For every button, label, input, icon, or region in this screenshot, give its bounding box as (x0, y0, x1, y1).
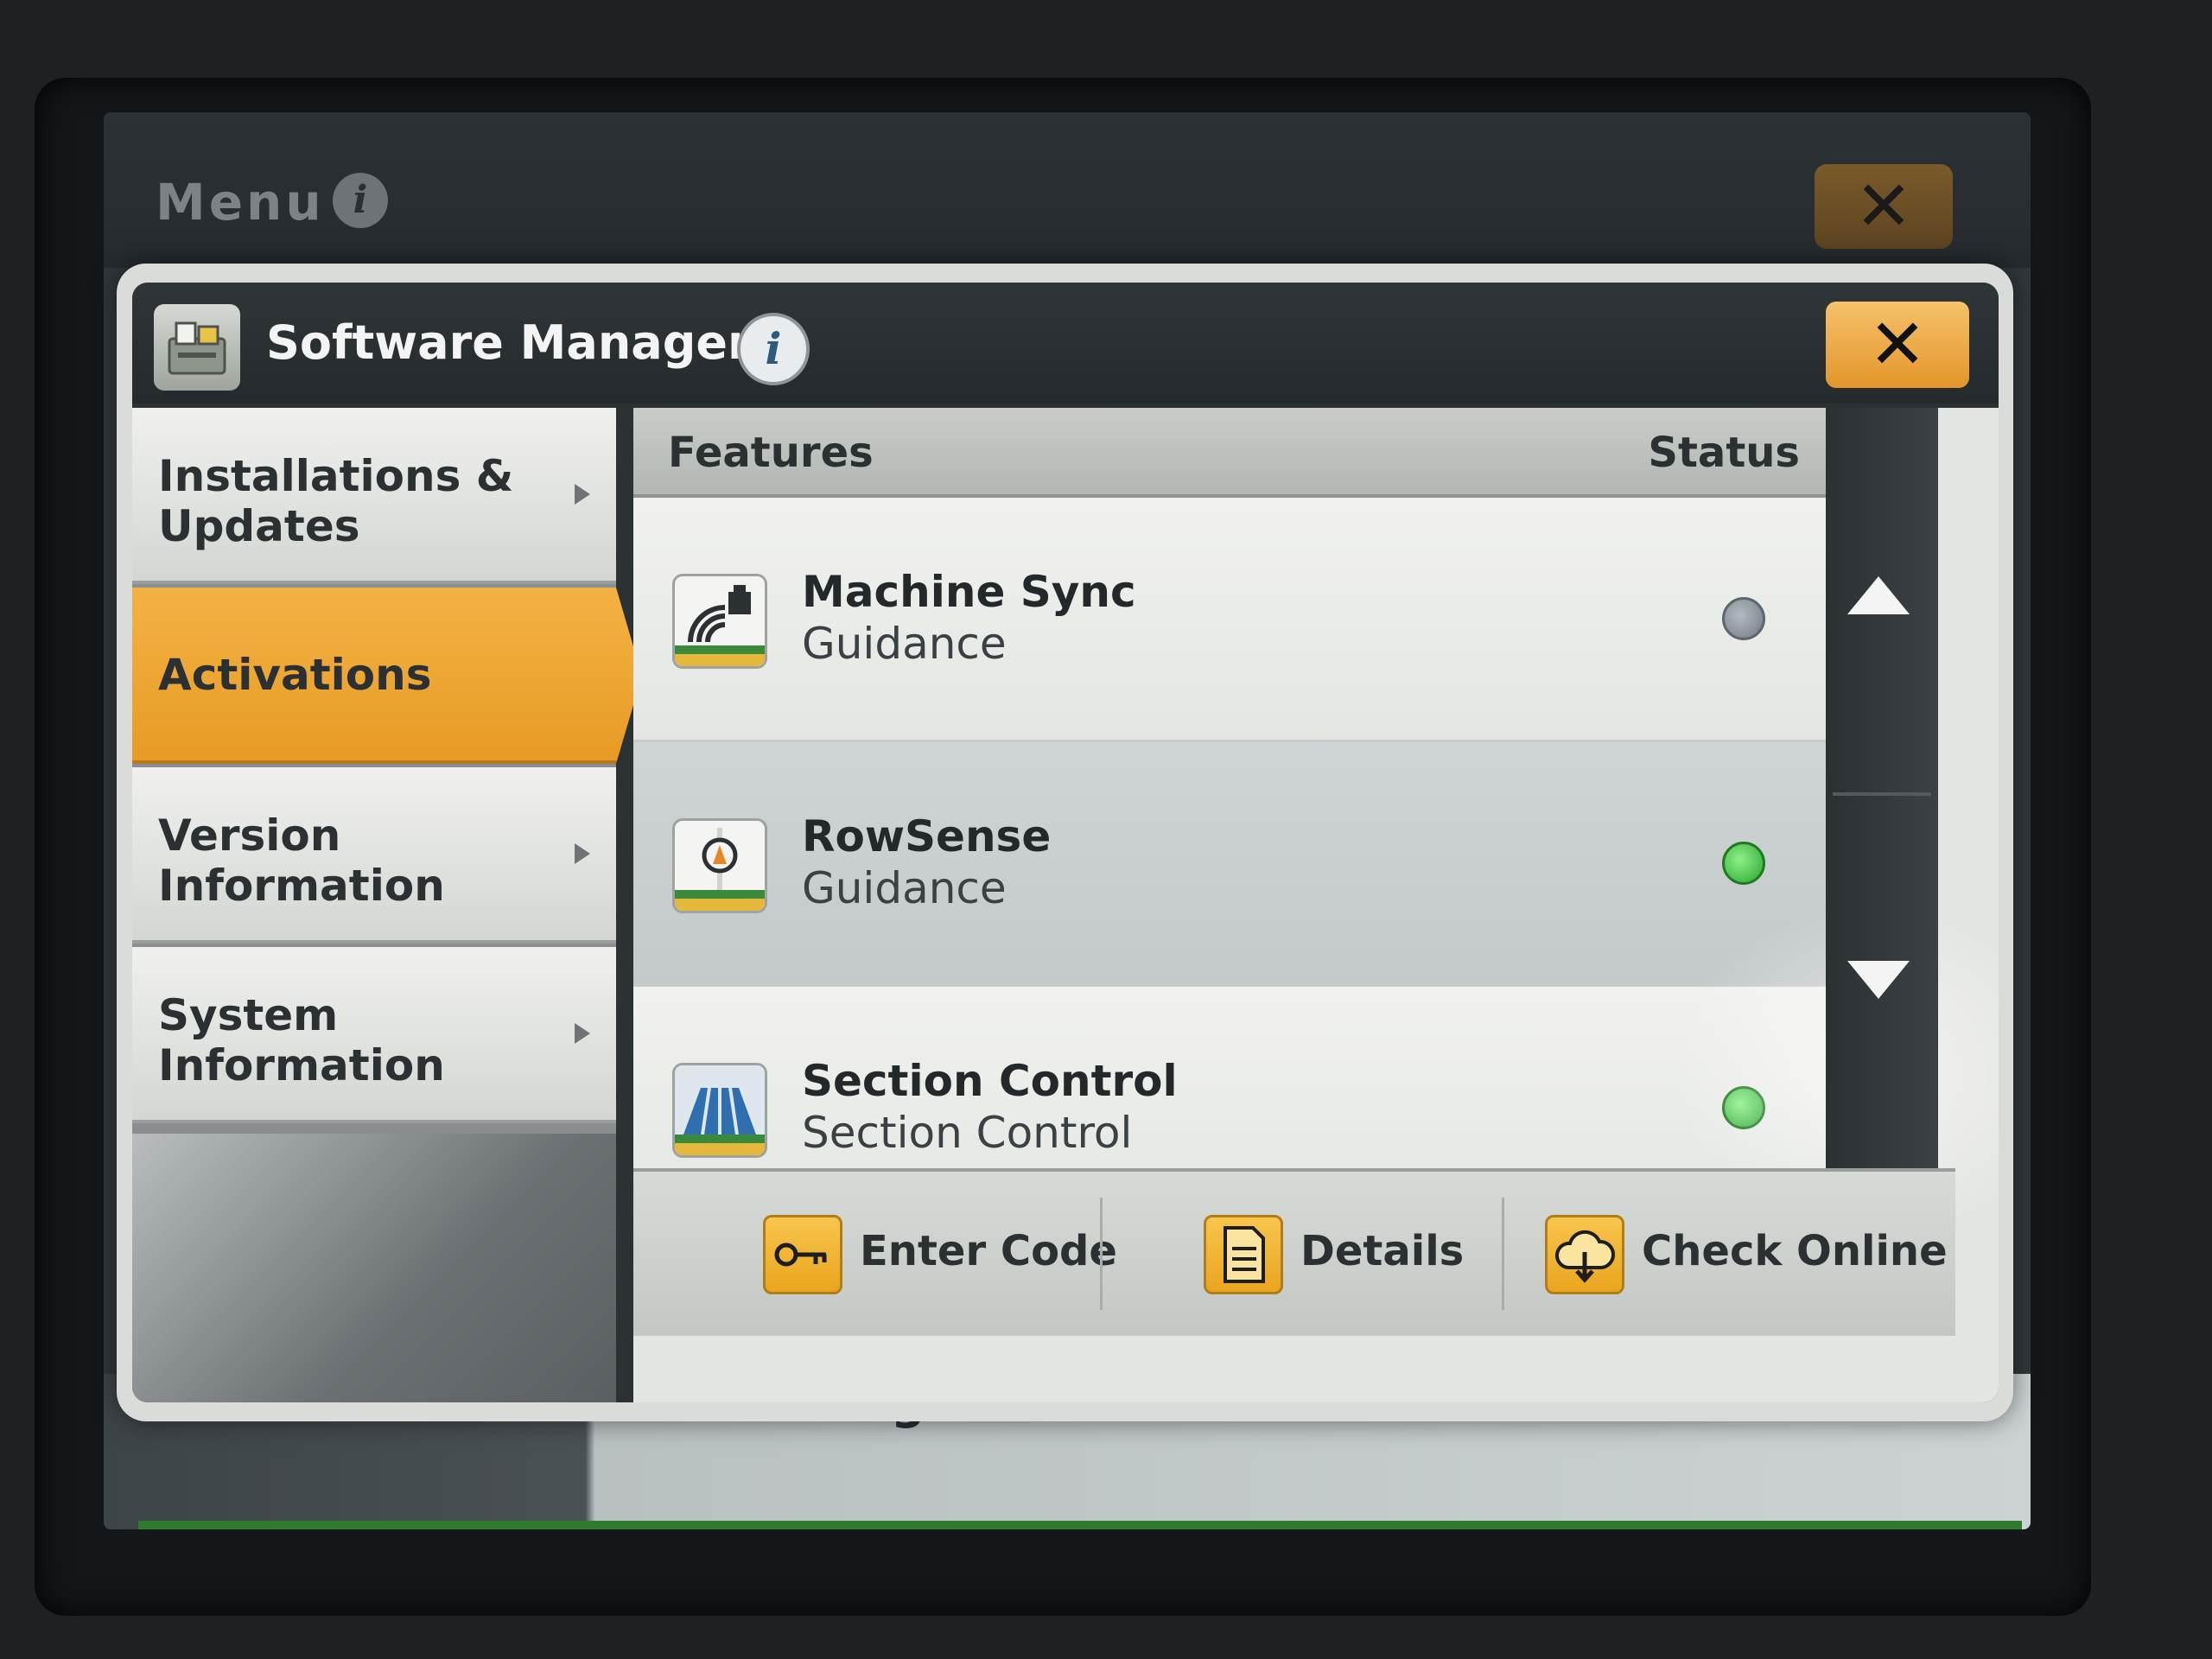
sidebar-nav: Installations & Updates Activations Vers… (132, 408, 642, 1402)
status-indicator-active (1722, 842, 1765, 885)
dialog-close-button[interactable]: ✕ (1826, 302, 1969, 388)
document-icon (1204, 1215, 1283, 1294)
sidebar-item-version-information[interactable]: Version Information (132, 767, 616, 944)
key-icon (763, 1215, 842, 1294)
menu-close-button[interactable]: ✕ (1815, 164, 1953, 249)
cloud-download-icon (1545, 1215, 1624, 1294)
sidebar-item-label: Activations (158, 650, 432, 700)
close-icon: ✕ (1868, 304, 1927, 385)
status-indicator-active (1722, 1086, 1765, 1129)
scrollbar-divider (1833, 792, 1931, 796)
sidebar-item-label: Version Information (158, 810, 445, 911)
sidebar-item-label: System Information (158, 990, 445, 1090)
list-header: Features Status (633, 408, 1826, 498)
enter-code-button[interactable]: Enter Code (763, 1215, 1117, 1298)
scroll-up-button[interactable] (1847, 576, 1910, 614)
menu-bar: Menu i ✕ (104, 112, 2031, 268)
feature-category: Guidance (802, 619, 1007, 669)
scrollbar (1826, 408, 1938, 1168)
check-online-label: Check Online (1642, 1227, 1948, 1275)
feature-category: Section Control (802, 1108, 1133, 1158)
toolbar-divider (1100, 1198, 1103, 1310)
details-button[interactable]: Details (1204, 1215, 1480, 1298)
list-item[interactable]: Machine Sync Guidance (633, 498, 1826, 742)
check-online-button[interactable]: Check Online (1545, 1215, 1948, 1298)
status-line (138, 1521, 2022, 1529)
enter-code-label: Enter Code (860, 1227, 1117, 1275)
sidebar-item-system-information[interactable]: System Information (132, 947, 616, 1123)
info-icon[interactable]: i (737, 313, 810, 385)
chevron-right-icon (575, 843, 590, 864)
scroll-down-button[interactable] (1847, 961, 1910, 999)
feature-name: Machine Sync (802, 567, 1136, 617)
software-manager-icon (154, 304, 240, 391)
bottom-toolbar: Enter Code Details Check Online (633, 1168, 1955, 1336)
sidebar-item-label: Installations & Updates (158, 451, 514, 551)
details-label: Details (1300, 1227, 1465, 1275)
section-control-icon (672, 1063, 767, 1158)
features-panel: Features Status Machine Sync Guidance Ro… (633, 408, 1999, 1402)
rowsense-icon (672, 818, 767, 913)
column-header-status: Status (1648, 429, 1800, 477)
status-indicator-inactive (1722, 597, 1765, 640)
column-header-features: Features (668, 429, 874, 477)
feature-category: Guidance (802, 863, 1007, 913)
software-manager-dialog: Software Manager i ✕ Installations & Upd… (117, 264, 2013, 1421)
sidebar-item-installations-updates[interactable]: Installations & Updates (132, 408, 616, 584)
feature-name: RowSense (802, 811, 1052, 861)
toolbar-divider (1502, 1198, 1504, 1310)
sidebar-item-activations[interactable]: Activations (132, 588, 642, 764)
machine-sync-icon (672, 574, 767, 669)
chevron-right-icon (575, 1023, 590, 1044)
dialog-header: Software Manager i ✕ (132, 283, 1999, 404)
feature-name: Section Control (802, 1056, 1178, 1106)
sidebar-empty-area (132, 1134, 616, 1402)
menu-title: Menu (156, 173, 325, 232)
dialog-title: Software Manager (266, 315, 751, 370)
chevron-right-icon (575, 484, 590, 505)
info-icon[interactable]: i (333, 173, 388, 228)
close-icon: ✕ (1854, 166, 1913, 246)
list-item[interactable]: RowSense Guidance (633, 742, 1826, 987)
